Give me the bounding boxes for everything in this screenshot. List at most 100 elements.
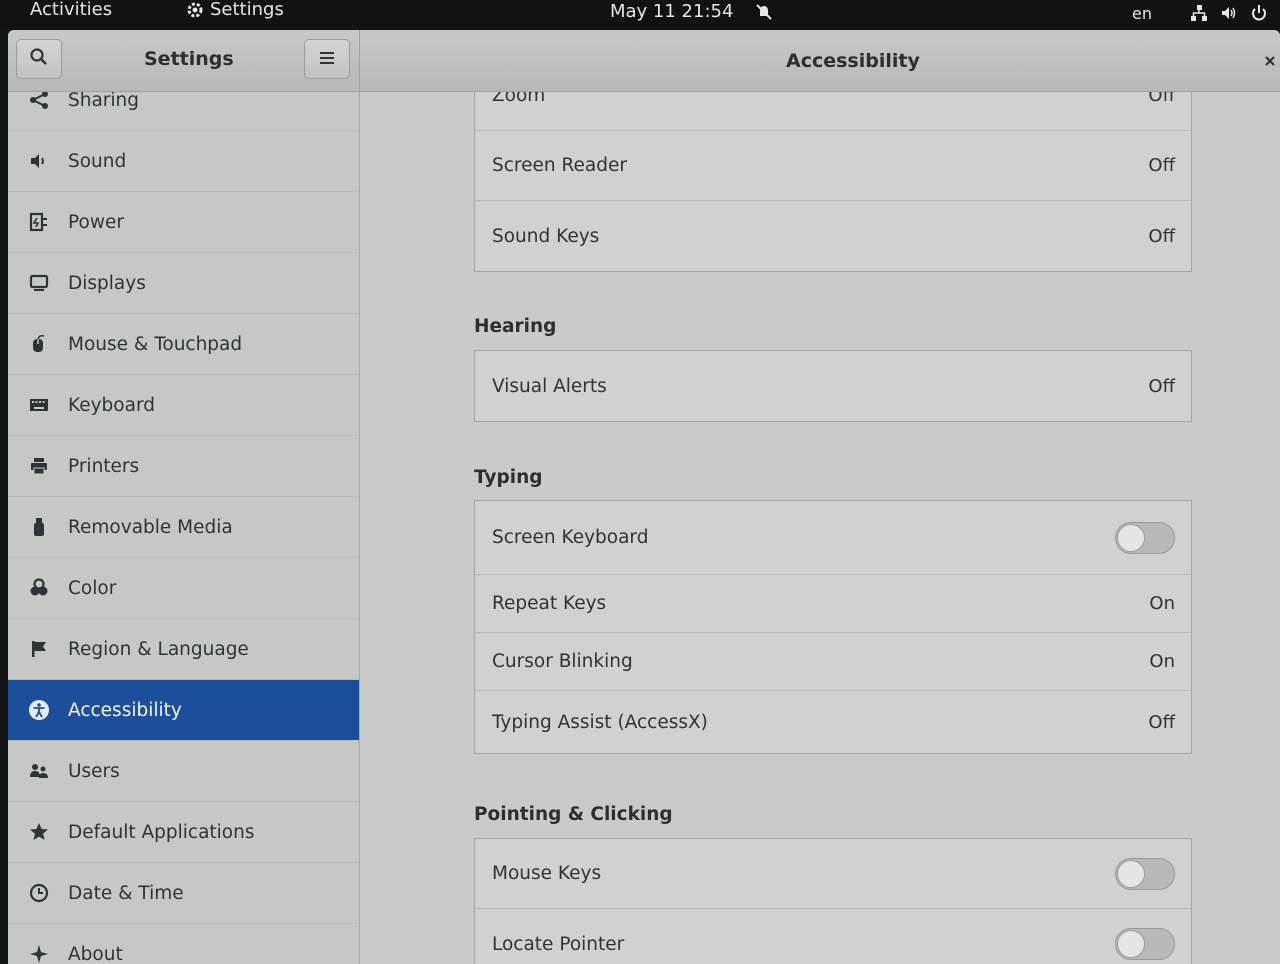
- locate-pointer-row[interactable]: Locate Pointer: [475, 909, 1191, 964]
- sidebar-item-printers[interactable]: Printers: [8, 436, 359, 497]
- sidebar-item-users[interactable]: Users: [8, 741, 359, 802]
- row-value: On: [1149, 593, 1175, 614]
- gear-icon: [186, 1, 204, 19]
- sidebar-item-label: Sound: [68, 150, 127, 172]
- sidebar-item-label: About: [68, 943, 123, 964]
- sidebar-item-label: Region & Language: [68, 638, 249, 660]
- sidebar-item-mouse-touchpad[interactable]: Mouse & Touchpad: [8, 314, 359, 375]
- language-indicator[interactable]: en: [1132, 4, 1152, 23]
- sidebar-item-color[interactable]: Color: [8, 558, 359, 619]
- row-value: Off: [1148, 155, 1175, 176]
- sidebar-item-label: Sharing: [68, 92, 140, 111]
- sidebar-item-sound[interactable]: Sound: [8, 131, 359, 192]
- repeat-keys-row[interactable]: Repeat Keys On: [475, 575, 1191, 633]
- typing-assist-row[interactable]: Typing Assist (AccessX) Off: [475, 691, 1191, 753]
- notifications-off-icon: [755, 3, 773, 21]
- star-icon: [28, 821, 50, 843]
- row-value: Off: [1148, 225, 1175, 247]
- visual-alerts-row[interactable]: Visual Alerts Off: [475, 351, 1191, 421]
- close-icon: [1264, 52, 1276, 71]
- usb-drive-icon: [28, 516, 50, 538]
- page-title: Accessibility: [786, 50, 920, 72]
- switch-knob: [1117, 523, 1145, 552]
- sidebar-item-label: Removable Media: [68, 516, 233, 538]
- row-label: Sound Keys: [492, 225, 600, 247]
- screen-reader-row[interactable]: Screen Reader Off: [475, 131, 1191, 201]
- app-menu-label: Settings: [210, 0, 284, 20]
- mouse-keys-switch[interactable]: [1115, 857, 1175, 890]
- mouse-keys-row[interactable]: Mouse Keys: [475, 839, 1191, 909]
- pointing-heading: Pointing & Clicking: [474, 804, 673, 825]
- clock-label: May 11 21:54: [610, 1, 734, 22]
- volume-icon: [1220, 4, 1238, 22]
- row-label: Screen Reader: [492, 155, 627, 176]
- sidebar-item-label: Users: [68, 760, 120, 782]
- accessibility-panel: Zoom Off Screen Reader Off Sound Keys Of…: [361, 92, 1280, 964]
- header-bar: Settings Accessibility: [8, 30, 1280, 92]
- sidebar-item-displays[interactable]: Displays: [8, 253, 359, 314]
- printer-icon: [28, 455, 50, 477]
- menu-button[interactable]: [304, 39, 350, 79]
- locate-pointer-switch[interactable]: [1115, 928, 1175, 960]
- system-menu[interactable]: [1190, 4, 1268, 22]
- sidebar-title: Settings: [144, 48, 234, 70]
- hearing-heading: Hearing: [474, 316, 557, 337]
- row-value: Off: [1148, 711, 1175, 733]
- network-icon: [1190, 4, 1208, 22]
- sidebar-item-label: Displays: [68, 272, 146, 294]
- activities-button[interactable]: Activities: [30, 0, 112, 20]
- search-button[interactable]: [16, 39, 62, 79]
- mouse-icon: [28, 333, 50, 355]
- sidebar-item-date-time[interactable]: Date & Time: [8, 863, 359, 924]
- sidebar-item-label: Date & Time: [68, 882, 184, 904]
- row-label: Screen Keyboard: [492, 527, 649, 548]
- sidebar-item-keyboard[interactable]: Keyboard: [8, 375, 359, 436]
- hamburger-icon: [319, 50, 335, 69]
- zoom-row[interactable]: Zoom Off: [475, 92, 1191, 131]
- share-icon: [28, 92, 50, 111]
- sidebar-item-power[interactable]: Power: [8, 192, 359, 253]
- seeing-list: Zoom Off Screen Reader Off Sound Keys Of…: [474, 92, 1192, 272]
- top-bar: Activities Settings May 11 21:54 en: [0, 0, 1280, 28]
- sidebar-header: Settings: [8, 30, 360, 92]
- typing-heading: Typing: [474, 467, 543, 488]
- clock-button[interactable]: May 11 21:54: [610, 2, 773, 22]
- color-icon: [28, 577, 50, 599]
- row-label: Cursor Blinking: [492, 651, 633, 672]
- row-label: Mouse Keys: [492, 863, 602, 884]
- pointing-list: Mouse Keys Locate Pointer: [474, 838, 1192, 964]
- power-plug-icon: [28, 211, 50, 233]
- sidebar-item-label: Power: [68, 211, 124, 233]
- screen-keyboard-row[interactable]: Screen Keyboard: [475, 501, 1191, 575]
- cursor-blinking-row[interactable]: Cursor Blinking On: [475, 633, 1191, 691]
- activities-label: Activities: [30, 0, 113, 20]
- display-icon: [28, 272, 50, 294]
- sidebar-item-label: Keyboard: [68, 394, 155, 416]
- row-label: Visual Alerts: [492, 375, 607, 397]
- sidebar-item-region-language[interactable]: Region & Language: [8, 619, 359, 680]
- sidebar-item-label: Accessibility: [68, 699, 182, 721]
- users-icon: [28, 760, 50, 782]
- sidebar-item-about[interactable]: About: [8, 924, 359, 964]
- sidebar-item-label: Mouse & Touchpad: [68, 333, 243, 355]
- screen-keyboard-switch[interactable]: [1115, 521, 1175, 554]
- close-button[interactable]: [1260, 50, 1280, 72]
- row-label: Repeat Keys: [492, 593, 607, 614]
- switch-knob: [1117, 859, 1145, 888]
- sidebar-item-label: Color: [68, 577, 117, 599]
- sidebar-item-sharing[interactable]: Sharing: [8, 92, 359, 131]
- power-icon: [1250, 4, 1268, 22]
- row-label: Zoom: [492, 92, 546, 106]
- sound-keys-row[interactable]: Sound Keys Off: [475, 201, 1191, 271]
- language-label: en: [1132, 4, 1152, 23]
- sidebar-item-accessibility[interactable]: Accessibility: [8, 680, 359, 741]
- app-menu[interactable]: Settings: [186, 0, 284, 20]
- row-value: On: [1149, 651, 1175, 672]
- row-label: Typing Assist (AccessX): [492, 711, 708, 733]
- accessibility-icon: [28, 699, 50, 721]
- settings-window: Settings Accessibility Sharing Sound Pow…: [8, 30, 1280, 964]
- sidebar: Sharing Sound Power Displays Mouse & Tou…: [8, 92, 360, 964]
- row-value: Off: [1148, 375, 1175, 397]
- sidebar-item-removable-media[interactable]: Removable Media: [8, 497, 359, 558]
- sidebar-item-default-applications[interactable]: Default Applications: [8, 802, 359, 863]
